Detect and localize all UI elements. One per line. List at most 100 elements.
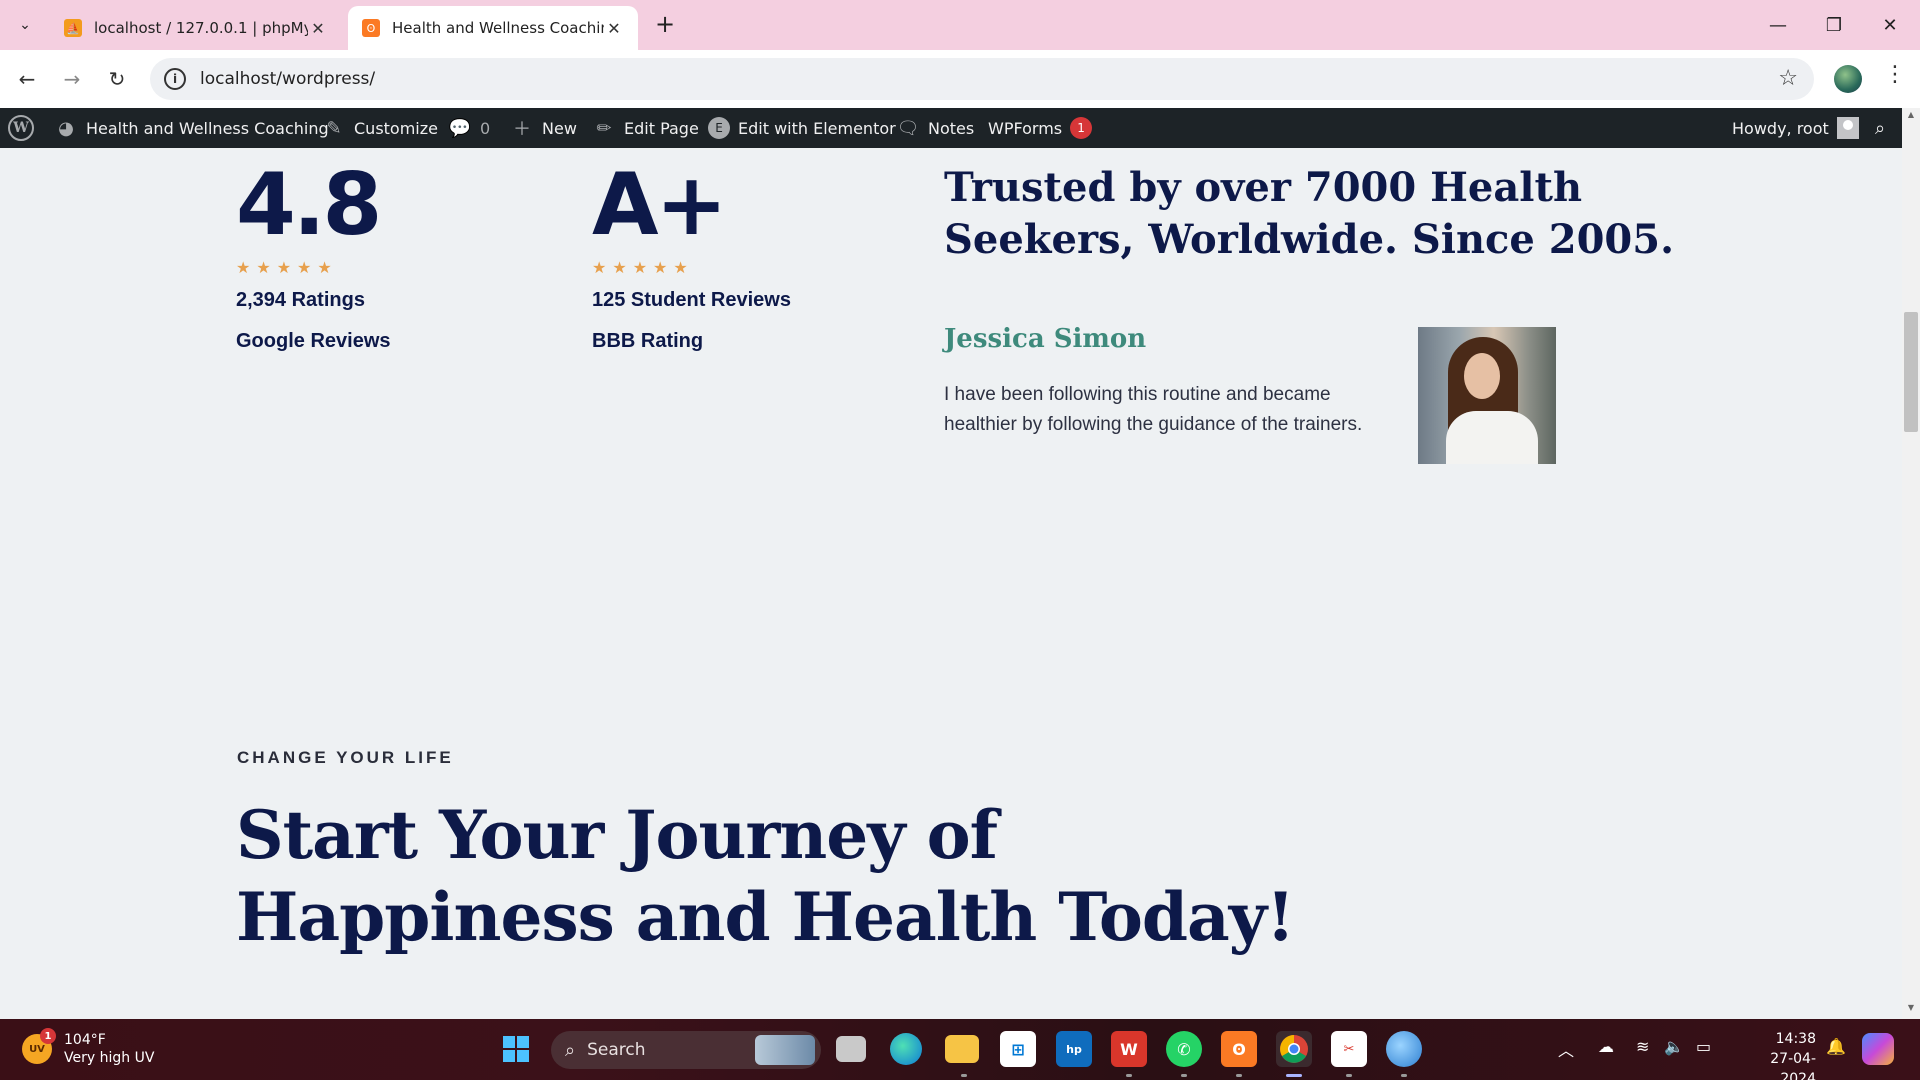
scroll-up-arrow-icon[interactable]: ▲ [1902, 110, 1920, 124]
star-rating-icon: ★★★★★ [592, 258, 694, 277]
admin-bar-wpforms[interactable]: WPForms 1 [988, 108, 1093, 148]
notes-bubble-icon: 🗨 [896, 117, 920, 139]
copilot-icon[interactable] [1862, 1033, 1894, 1065]
temperature: 104°F [64, 1032, 106, 1048]
active-app-indicator [1286, 1074, 1302, 1077]
pma-icon: ⛵ [64, 19, 82, 37]
browser-toolbar: ← → ↻ i localhost/wordpress/ ☆ ⋮ [0, 50, 1920, 108]
admin-bar-edit-page[interactable]: ✏ Edit Page [592, 108, 699, 148]
battery-icon[interactable]: ▭ [1696, 1037, 1711, 1056]
sun-uv-icon: UV 1 [22, 1028, 56, 1064]
task-view-icon[interactable] [836, 1036, 866, 1062]
weather-condition: Very high UV [64, 1050, 155, 1066]
tab-phpmyadmin[interactable]: ⛵ localhost / 127.0.0.1 | phpMyAd ✕ [50, 6, 342, 50]
stat-google-rating: 4.8 ★★★★★ 2,394 Ratings Google Reviews [236, 162, 391, 353]
back-arrow-icon[interactable]: ← [10, 62, 44, 96]
new-tab-button[interactable]: + [650, 10, 680, 40]
chrome-icon[interactable] [1276, 1031, 1312, 1067]
stat-source: BBB Rating [592, 330, 704, 352]
running-indicator [1346, 1074, 1352, 1077]
comment-bubble-icon: 💬 [448, 117, 472, 139]
running-indicator [1401, 1074, 1407, 1077]
minimize-icon[interactable]: — [1750, 0, 1806, 50]
star-rating-icon: ★★★★★ [236, 258, 338, 277]
wordpress-logo-icon[interactable]: W [8, 108, 34, 148]
app-globe-icon[interactable] [1386, 1031, 1422, 1067]
wifi-icon[interactable]: ≋ [1636, 1037, 1649, 1056]
tab-close-icon[interactable]: ✕ [308, 19, 328, 38]
search-icon: ⌕ [565, 1039, 576, 1061]
tab-title: localhost / 127.0.0.1 | phpMyAd [94, 19, 308, 37]
section-headline: Start Your Journey of Happiness and Heal… [236, 796, 1295, 956]
pencil-icon: ✏ [596, 117, 612, 139]
tab-health-wellness[interactable]: ʘ Health and Wellness Coaching ✕ [348, 6, 638, 50]
search-placeholder: Search [587, 1040, 646, 1060]
file-explorer-icon[interactable] [945, 1035, 979, 1063]
stat-source: Google Reviews [236, 330, 391, 352]
edge-browser-icon[interactable] [890, 1033, 922, 1065]
plus-icon: ＋ [513, 119, 531, 140]
section-eyebrow: CHANGE YOUR LIFE [237, 748, 454, 767]
tab-search-chevron-icon[interactable]: ⌄ [10, 10, 40, 40]
admin-bar-comments[interactable]: 💬 0 [448, 108, 490, 148]
admin-bar-notes[interactable]: 🗨 Notes [896, 108, 975, 148]
admin-bar-customize[interactable]: ✎ Customize [322, 108, 438, 148]
volume-icon[interactable]: 🔈 [1664, 1037, 1684, 1056]
wps-office-icon[interactable]: W [1111, 1031, 1147, 1067]
window-close-icon[interactable]: ✕ [1862, 0, 1918, 50]
whatsapp-icon[interactable]: ✆ [1166, 1031, 1202, 1067]
running-indicator [961, 1074, 967, 1077]
wpforms-notification-badge: 1 [1070, 117, 1093, 139]
testimonial-photo [1418, 327, 1556, 464]
clock-time: 14:38 [1775, 1031, 1816, 1047]
address-bar[interactable]: i localhost/wordpress/ ☆ [150, 58, 1814, 100]
admin-bar-account[interactable]: Howdy, root [1732, 108, 1859, 148]
uv-label: UV [29, 1043, 45, 1055]
profile-avatar[interactable] [1834, 65, 1862, 93]
browser-menu-icon[interactable]: ⋮ [1880, 62, 1910, 96]
stat-value: A+ [592, 155, 728, 255]
windows-start-icon[interactable] [498, 1031, 534, 1067]
xampp-taskbar-icon[interactable]: ʘ [1221, 1031, 1257, 1067]
trust-headline: Trusted by over 7000 Health Seekers, Wor… [944, 164, 1675, 263]
site-name-label: Health and Wellness Coaching [86, 118, 329, 138]
running-indicator [1181, 1074, 1187, 1077]
site-info-icon[interactable]: i [164, 68, 186, 90]
microsoft-store-icon[interactable]: ⊞ [1000, 1031, 1036, 1067]
edit-page-label: Edit Page [624, 118, 699, 138]
paintbrush-icon: ✎ [326, 117, 342, 139]
scroll-down-arrow-icon[interactable]: ▼ [1902, 1003, 1920, 1017]
admin-bar-edit-elementor[interactable]: E Edit with Elementor [708, 108, 896, 148]
new-label: New [542, 118, 577, 138]
taskbar-search-box[interactable]: ⌕ Search [551, 1031, 821, 1069]
wpforms-label: WPForms [988, 118, 1063, 138]
user-avatar-icon [1836, 117, 1859, 139]
bookmark-star-icon[interactable]: ☆ [1778, 66, 1798, 91]
windows-taskbar: UV 1 104°F Very high UV ⌕ Search ⊞ hp W … [0, 1019, 1920, 1080]
admin-bar-search-icon[interactable]: ⌕ [1868, 108, 1900, 148]
restore-icon[interactable]: ❐ [1806, 0, 1862, 50]
running-indicator [1126, 1074, 1132, 1077]
admin-bar-new[interactable]: ＋ New [510, 108, 577, 148]
wp-admin-bar: W ◕ Health and Wellness Coaching ✎ Custo… [0, 108, 1920, 148]
reload-icon[interactable]: ↻ [100, 62, 134, 96]
scrollbar-thumb[interactable] [1904, 312, 1918, 432]
xampp-icon: ʘ [362, 19, 380, 37]
running-indicator [1236, 1074, 1242, 1077]
tab-close-icon[interactable]: ✕ [604, 19, 624, 38]
testimonial-author: Jessica Simon [944, 324, 1147, 354]
stat-value: 4.8 [236, 155, 382, 255]
snipping-tool-icon[interactable]: ✂ [1331, 1031, 1367, 1067]
myhp-icon[interactable]: hp [1056, 1031, 1092, 1067]
weather-widget[interactable]: UV 1 104°F Very high UV [22, 1028, 155, 1067]
admin-bar-site-name[interactable]: ◕ Health and Wellness Coaching [54, 108, 329, 148]
notification-bell-icon[interactable]: 🔔 [1826, 1037, 1846, 1056]
onedrive-cloud-icon[interactable]: ☁ [1598, 1037, 1614, 1056]
forward-arrow-icon[interactable]: → [55, 62, 89, 96]
system-clock[interactable]: 14:38 27-04-2024 [1736, 1029, 1816, 1080]
show-hidden-icons-chevron-icon[interactable]: ︿ [1558, 1037, 1574, 1061]
search-highlight-image [755, 1035, 815, 1065]
customize-label: Customize [354, 118, 438, 138]
weather-badge: 1 [40, 1028, 56, 1044]
page-scrollbar[interactable]: ▲ ▼ [1902, 108, 1920, 1019]
